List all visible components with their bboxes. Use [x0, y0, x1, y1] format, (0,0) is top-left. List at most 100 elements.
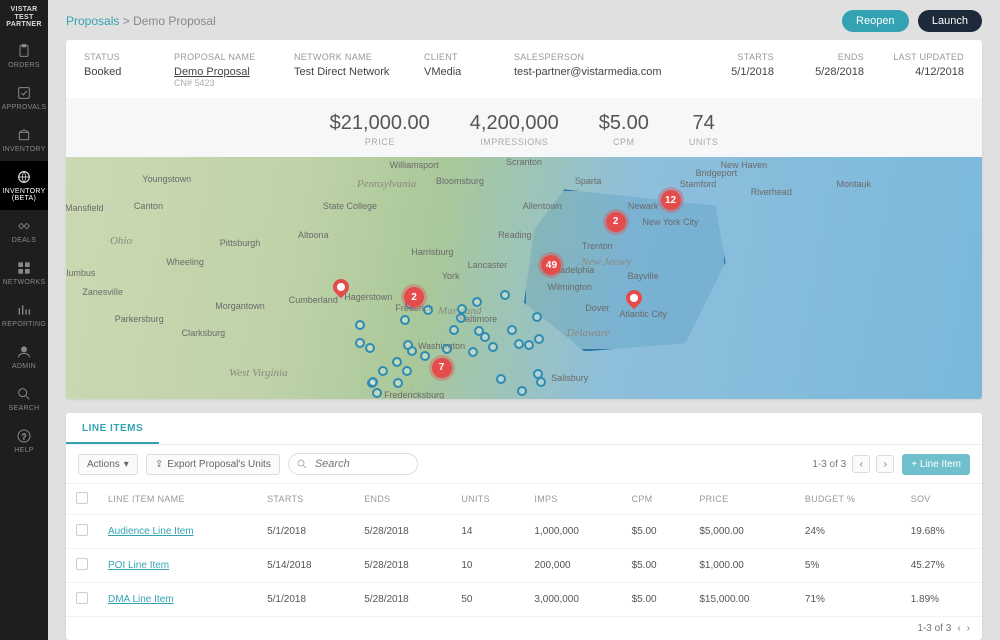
help-icon: ? [16, 428, 32, 444]
map-cluster-marker[interactable]: 7 [432, 358, 452, 378]
globe-icon [16, 169, 32, 185]
map-city-label: New York City [643, 217, 699, 227]
map-city-label: Williamsport [390, 160, 439, 170]
col-starts[interactable]: STARTS [257, 484, 354, 515]
sidebar-item-label: DEALS [12, 237, 36, 244]
pager-prev-button[interactable]: ‹ [852, 455, 870, 473]
map-city-label: Youngstown [142, 174, 191, 184]
proposal-name-link[interactable]: Demo Proposal [174, 66, 250, 78]
cell-budget: 71% [795, 583, 901, 617]
line-item-name-link[interactable]: DMA Line Item [108, 594, 174, 605]
col-budget[interactable]: BUDGET % [795, 484, 901, 515]
actions-dropdown[interactable]: Actions ▾ [78, 454, 138, 475]
sidebar-item-networks[interactable]: NETWORKS [0, 252, 48, 294]
map-poi-ring [378, 366, 388, 376]
map-state-label: Delaware [567, 327, 610, 339]
sidebar-item-inventory-beta[interactable]: INVENTORY (BETA) [0, 161, 48, 210]
sidebar-item-approvals[interactable]: APPROVALS [0, 77, 48, 119]
col-units[interactable]: UNITS [451, 484, 524, 515]
cell-starts: 5/14/2018 [257, 549, 354, 583]
map-poi-ring [456, 313, 466, 323]
map-poi-ring [449, 325, 459, 335]
table-row[interactable]: Audience Line Item5/1/20185/28/2018141,0… [66, 515, 982, 549]
col-sov[interactable]: SOV [901, 484, 982, 515]
tab-line-items[interactable]: LINE ITEMS [66, 413, 159, 444]
col-imps[interactable]: IMPS [524, 484, 621, 515]
sidebar-item-search[interactable]: SEARCH [0, 378, 48, 420]
line-items-toolbar: Actions ▾ ⇪ Export Proposal's Units 1-3 … [66, 445, 982, 484]
label: CLIENT [424, 52, 514, 62]
sidebar-item-label: APPROVALS [2, 104, 47, 111]
map-city-label: Parkersburg [115, 314, 164, 324]
metric-cpm: $5.00CPM [599, 112, 649, 147]
line-item-name-link[interactable]: POI Line Item [108, 560, 169, 571]
sidebar-item-label: SEARCH [9, 405, 40, 412]
svg-text:?: ? [22, 432, 27, 441]
label: NETWORK NAME [294, 52, 424, 62]
breadcrumb-root-link[interactable]: Proposals [66, 14, 119, 28]
table-row[interactable]: POI Line Item5/14/20185/28/201810200,000… [66, 549, 982, 583]
label: PROPOSAL NAME [174, 52, 294, 62]
cell-budget: 24% [795, 515, 901, 549]
pager-next-button[interactable]: › [967, 623, 970, 634]
sidebar-item-deals[interactable]: DEALS [0, 210, 48, 252]
sidebar-item-reporting[interactable]: REPORTING [0, 294, 48, 336]
pager-prev-button[interactable]: ‹ [957, 623, 960, 634]
check-icon [16, 85, 32, 101]
map-cluster-marker[interactable]: 49 [541, 255, 561, 275]
cell-cpm: $5.00 [622, 515, 690, 549]
label: LAST UPDATED [864, 52, 964, 62]
sidebar-item-label: INVENTORY [2, 146, 45, 153]
label: SALESPERSON [514, 52, 684, 62]
launch-button[interactable]: Launch [918, 10, 982, 32]
map-city-label: Bloomsburg [436, 176, 484, 186]
row-checkbox[interactable] [76, 558, 88, 570]
box-icon [16, 127, 32, 143]
sidebar-item-inventory[interactable]: INVENTORY [0, 119, 48, 161]
value: Test Direct Network [294, 66, 389, 78]
sidebar-item-admin[interactable]: ADMIN [0, 336, 48, 378]
brand-badge: VISTAR TEST PARTNER [0, 0, 48, 35]
map-city-label: Newark [628, 201, 659, 211]
map-cluster-marker[interactable]: 2 [606, 212, 626, 232]
table-row[interactable]: DMA Line Item5/1/20185/28/2018503,000,00… [66, 583, 982, 617]
map-city-label: Mansfield [66, 203, 104, 213]
col-price[interactable]: PRICE [689, 484, 795, 515]
map-city-label: Sparta [575, 176, 602, 186]
cell-imps: 1,000,000 [524, 515, 621, 549]
breadcrumb-bar: Proposals > Demo Proposal Reopen Launch [48, 0, 1000, 40]
cell-starts: 5/1/2018 [257, 583, 354, 617]
row-checkbox[interactable] [76, 524, 88, 536]
value: test-partner@vistarmedia.com [514, 66, 662, 78]
add-line-item-button[interactable]: + Line Item [902, 454, 970, 475]
pager-next-button[interactable]: › [876, 455, 894, 473]
col-name[interactable]: LINE ITEM NAME [98, 484, 257, 515]
map-city-label: Lancaster [468, 260, 508, 270]
map-poi-ring [372, 388, 382, 398]
line-item-name-link[interactable]: Audience Line Item [108, 526, 194, 537]
summary-updated: LAST UPDATED 4/12/2018 [864, 52, 964, 88]
row-checkbox[interactable] [76, 592, 88, 604]
map-cluster-marker[interactable]: 12 [661, 190, 681, 210]
value: 4/12/2018 [915, 66, 964, 78]
map-city-label: Pittsburgh [220, 238, 261, 248]
search-icon [296, 458, 308, 470]
col-ends[interactable]: ENDS [354, 484, 451, 515]
map-cluster-marker[interactable]: 2 [404, 287, 424, 307]
summary-ends: ENDS 5/28/2018 [774, 52, 864, 88]
map-city-label: Zanesville [82, 287, 123, 297]
map-poi-ring [488, 342, 498, 352]
sidebar-item-orders[interactable]: ORDERS [0, 35, 48, 77]
search-icon [16, 386, 32, 402]
map-city-label: Salisbury [551, 373, 588, 383]
summary-client: CLIENT VMedia [424, 52, 514, 88]
targeting-map[interactable]: OhioPennsylvaniaWest VirginiaMarylandDel… [66, 157, 982, 399]
col-cpm[interactable]: CPM [622, 484, 690, 515]
cell-price: $15,000.00 [689, 583, 795, 617]
map-city-label: Riverhead [751, 187, 792, 197]
select-all-checkbox[interactable] [76, 492, 88, 504]
export-units-button[interactable]: ⇪ Export Proposal's Units [146, 454, 280, 475]
reopen-button[interactable]: Reopen [842, 10, 909, 32]
sidebar-item-help[interactable]: ? HELP [0, 420, 48, 462]
metric-units: 74UNITS [689, 112, 719, 147]
